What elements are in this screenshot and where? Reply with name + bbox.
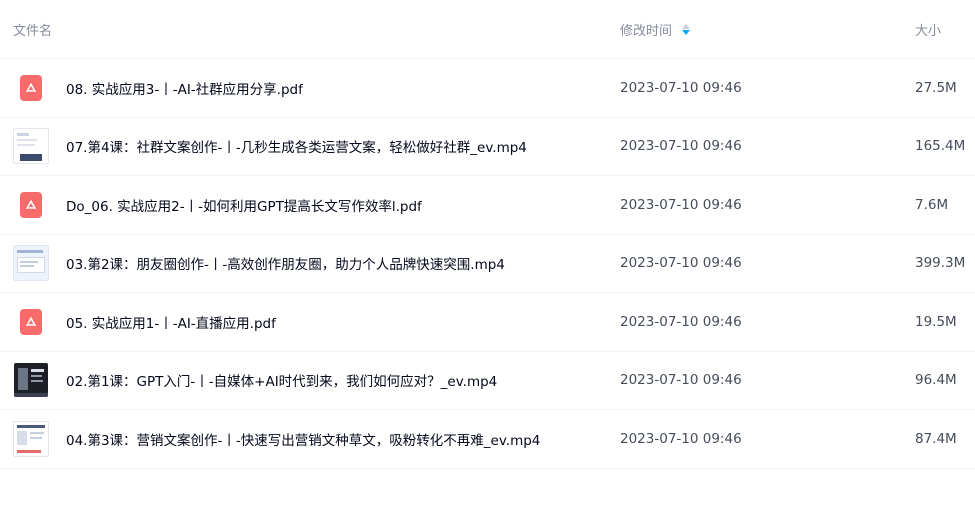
table-row[interactable]: 05. 实战应用1-丨-AI-直播应用.pdf 2023-07-10 09:46… [0,293,975,352]
table-row[interactable]: 07.第4课：社群文案创作-丨-几秒生成各类运营文案，轻松做好社群_ev.mp4… [0,118,975,176]
file-size: 165.4M [915,138,966,155]
video-thumbnail [13,420,49,457]
sort-icon[interactable] [682,23,691,35]
table-row[interactable]: 02.第1课：GPT入门-丨-自媒体+AI时代到来，我们如何应对？_ev.mp4… [0,352,975,410]
file-size: 27.5M [915,79,957,96]
file-size: 19.5M [915,313,957,330]
file-name[interactable]: 02.第1课：GPT入门-丨-自媒体+AI时代到来，我们如何应对？_ev.mp4 [66,370,497,390]
table-row[interactable]: 08. 实战应用3-丨-AI-社群应用分享.pdf 2023-07-10 09:… [0,59,975,118]
file-list: 文件名 修改时间 大小 08. 实战应用3-丨-AI-社群应用分享.pdf 20… [0,0,975,469]
header-size[interactable]: 大小 [902,20,975,39]
header-modified-time[interactable]: 修改时间 [605,20,902,39]
file-name[interactable]: 05. 实战应用1-丨-AI-直播应用.pdf [66,312,276,332]
file-name[interactable]: Do_06. 实战应用2-丨-如何利用GPT提高长文写作效率l.pdf [66,195,422,215]
file-size: 7.6M [915,196,949,213]
file-name[interactable]: 08. 实战应用3-丨-AI-社群应用分享.pdf [66,78,303,98]
file-modified-time: 2023-07-10 09:46 [620,430,742,447]
sort-down-icon [682,29,691,35]
file-modified-time: 2023-07-10 09:46 [620,138,742,155]
file-size: 96.4M [915,372,957,389]
video-thumbnail [13,245,49,282]
pdf-icon [13,187,49,223]
file-modified-time: 2023-07-10 09:46 [620,372,742,389]
file-name[interactable]: 07.第4课：社群文案创作-丨-几秒生成各类运营文案，轻松做好社群_ev.mp4 [66,136,527,156]
pdf-icon [13,70,49,106]
file-size: 399.3M [915,255,966,272]
pdf-icon [13,304,49,340]
file-name[interactable]: 04.第3课：营销文案创作-丨-快速写出营销文种草文，吸粉转化不再难_ev.mp… [66,429,540,449]
file-modified-time: 2023-07-10 09:46 [620,255,742,272]
sort-up-icon [682,23,691,29]
table-row[interactable]: 04.第3课：营销文案创作-丨-快速写出营销文种草文，吸粉转化不再难_ev.mp… [0,410,975,469]
table-header: 文件名 修改时间 大小 [0,0,975,59]
file-modified-time: 2023-07-10 09:46 [620,196,742,213]
file-modified-time: 2023-07-10 09:46 [620,79,742,96]
header-filename[interactable]: 文件名 [0,20,605,39]
table-row[interactable]: Do_06. 实战应用2-丨-如何利用GPT提高长文写作效率l.pdf 2023… [0,176,975,235]
video-thumbnail [13,362,49,398]
file-name[interactable]: 03.第2课：朋友圈创作-丨-高效创作朋友圈，助力个人品牌快速突围.mp4 [66,253,505,273]
table-row[interactable]: 03.第2课：朋友圈创作-丨-高效创作朋友圈，助力个人品牌快速突围.mp4 20… [0,235,975,293]
header-modified-time-label: 修改时间 [620,23,673,39]
file-modified-time: 2023-07-10 09:46 [620,313,742,330]
video-thumbnail [13,128,49,165]
file-size: 87.4M [915,430,957,447]
